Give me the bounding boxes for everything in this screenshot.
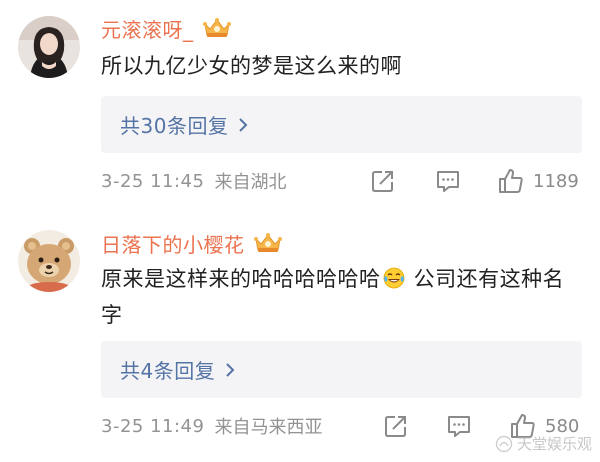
watermark-text: 天堂娱乐观 bbox=[516, 435, 592, 453]
repost-icon bbox=[383, 413, 409, 439]
location: 来自湖北 bbox=[214, 172, 287, 193]
comment-icon bbox=[435, 168, 461, 194]
vip-crown-badge-icon bbox=[253, 232, 283, 254]
replies-button[interactable]: 共30条回复 bbox=[101, 96, 582, 153]
like-count: 1189 bbox=[533, 170, 579, 192]
username-row: 元滚滚呀_ bbox=[101, 14, 232, 42]
like-button[interactable]: 1189 bbox=[497, 166, 579, 196]
comment-button[interactable] bbox=[446, 411, 472, 441]
comment-item: 元滚滚呀_ 所以九亿少女的梦是这么来的啊 共30条回复 3-25 11:45 来… bbox=[0, 0, 600, 205]
avatar[interactable] bbox=[18, 16, 80, 78]
watermark-logo-icon bbox=[495, 435, 513, 452]
laughing-tears-emoji-icon bbox=[383, 267, 405, 289]
username[interactable]: 元滚滚呀_ bbox=[101, 14, 194, 43]
repost-button[interactable] bbox=[383, 411, 409, 441]
vip-crown-badge-icon bbox=[202, 17, 232, 39]
chevron-right-icon bbox=[238, 117, 248, 133]
avatar[interactable] bbox=[18, 230, 80, 292]
username[interactable]: 日落下的小樱花 bbox=[101, 229, 245, 258]
replies-link[interactable]: 共4条回复 bbox=[120, 355, 215, 384]
repost-button[interactable] bbox=[370, 166, 396, 196]
watermark: 天堂娱乐观 bbox=[495, 433, 592, 454]
username-row: 日落下的小樱花 bbox=[101, 229, 283, 257]
repost-icon bbox=[370, 168, 396, 194]
comment-item: 日落下的小樱花 原来是这样来的哈哈哈哈哈哈 公司还有这种名字 共4条回复 3-2… bbox=[0, 205, 600, 462]
timestamp: 3-25 11:45 bbox=[101, 170, 205, 192]
comment-text: 原来是这样来的哈哈哈哈哈哈 公司还有这种名字 bbox=[101, 267, 565, 327]
replies-link[interactable]: 共30条回复 bbox=[120, 110, 228, 139]
like-icon bbox=[497, 167, 525, 195]
replies-button[interactable]: 共4条回复 bbox=[101, 341, 582, 398]
comment-text: 所以九亿少女的梦是这么来的啊 bbox=[101, 54, 402, 78]
comment-icon bbox=[446, 413, 472, 439]
location: 来自马来西亚 bbox=[214, 417, 323, 438]
timestamp: 3-25 11:49 bbox=[101, 415, 205, 437]
comment-button[interactable] bbox=[435, 166, 461, 196]
chevron-right-icon bbox=[225, 362, 235, 378]
